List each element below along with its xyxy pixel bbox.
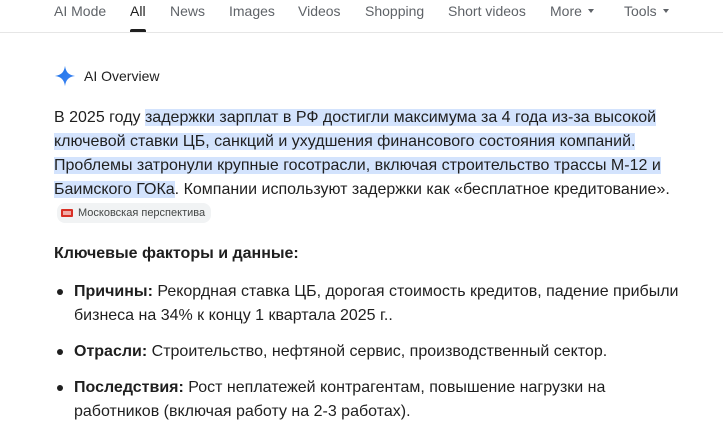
list-item: Последствия: Рост неплатежей контрагента… (54, 376, 694, 424)
tab-news[interactable]: News (170, 3, 205, 19)
list-item: Причины: Рекордная ставка ЦБ, дорогая ст… (54, 280, 694, 328)
summary-tail: . Компании используют задержки как «бесп… (174, 181, 670, 198)
factor-term: Последствия: (74, 379, 184, 396)
gemini-sparkle-icon (54, 65, 76, 87)
tab-shopping[interactable]: Shopping (365, 3, 424, 19)
source-chip[interactable]: Московская перспектива (57, 203, 212, 223)
ai-overview-summary: В 2025 году задержки зарплат в РФ достиг… (54, 106, 694, 226)
tab-videos[interactable]: Videos (298, 3, 341, 19)
factor-text: Рекордная ставка ЦБ, дорогая стоимость к… (74, 283, 679, 324)
active-tab-indicator (130, 29, 146, 32)
search-tabs: AI Mode All News Images Videos Shopping … (0, 0, 723, 33)
factor-text: Строительство, нефтяной сервис, производ… (151, 343, 608, 360)
source-logo-icon (61, 209, 73, 217)
ai-overview-title: AI Overview (84, 68, 160, 84)
section-title: Ключевые факторы и данные: (54, 245, 299, 262)
factor-term: Причины: (74, 283, 153, 300)
tab-more[interactable]: More (550, 3, 594, 19)
bullet-icon (57, 289, 63, 295)
chevron-down-icon (662, 9, 669, 13)
tab-all[interactable]: All (130, 3, 146, 19)
chevron-down-icon (587, 9, 594, 13)
ai-overview-header: AI Overview (54, 64, 159, 88)
tab-short-videos[interactable]: Short videos (448, 3, 526, 19)
bullet-icon (57, 349, 63, 355)
key-factors-list: Причины: Рекордная ставка ЦБ, дорогая ст… (54, 280, 694, 436)
tab-more-label: More (550, 3, 582, 19)
tab-images[interactable]: Images (229, 3, 275, 19)
tab-ai-mode[interactable]: AI Mode (54, 3, 106, 19)
summary-lead: В 2025 году (54, 109, 145, 126)
bullet-icon (57, 385, 63, 391)
factor-term: Отрасли: (74, 343, 148, 360)
list-item: Отрасли: Строительство, нефтяной сервис,… (54, 340, 694, 364)
source-chip-label: Московская перспектива (78, 207, 206, 219)
tools-label: Tools (624, 3, 657, 19)
tools-button[interactable]: Tools (624, 3, 669, 19)
